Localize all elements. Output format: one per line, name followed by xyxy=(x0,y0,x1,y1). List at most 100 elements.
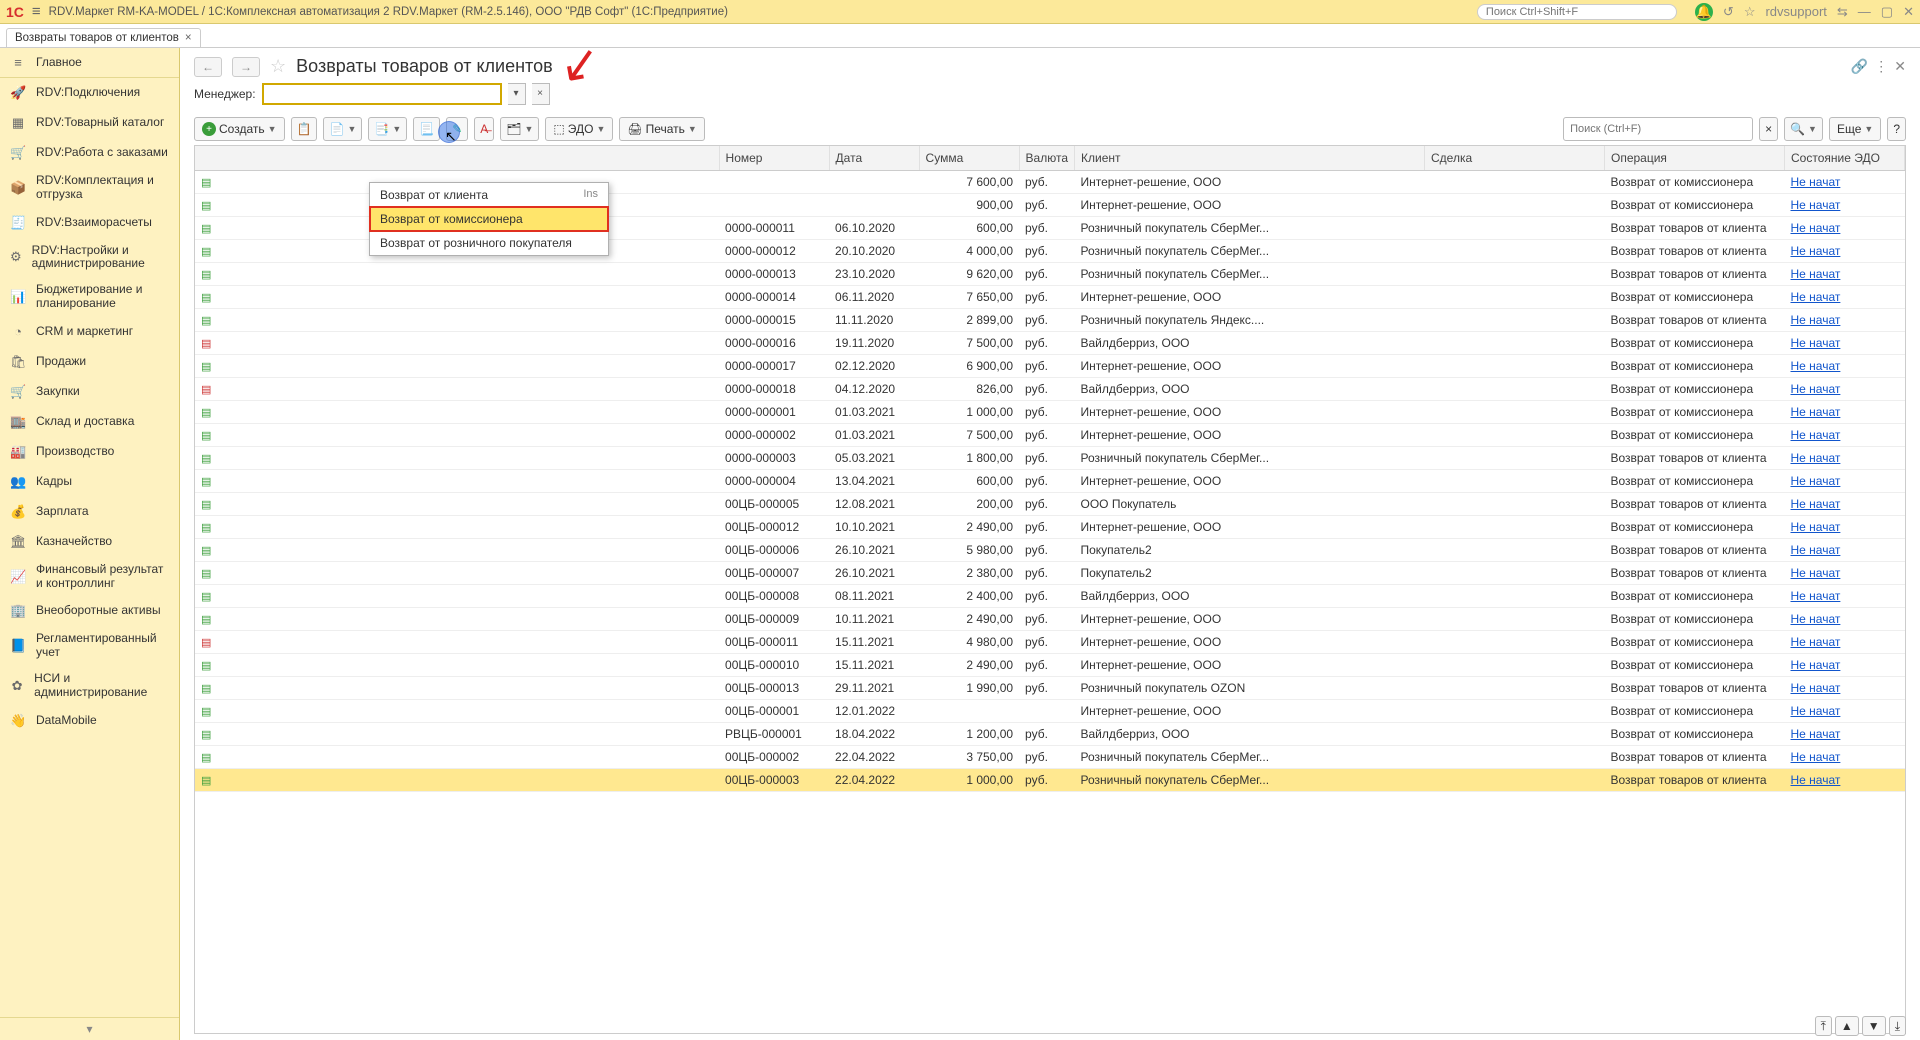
column-header[interactable]: Сумма xyxy=(919,146,1019,171)
nav-back-button[interactable]: ← xyxy=(194,57,222,77)
nav-down-button[interactable]: ▼ xyxy=(1862,1016,1886,1036)
table-row[interactable]: ▤0000-00001511.11.20202 899,00руб.Рознич… xyxy=(195,309,1905,332)
edo-link[interactable]: Не начат xyxy=(1791,566,1841,580)
tab-returns[interactable]: Возвраты товаров от клиентов × xyxy=(6,28,201,47)
column-header[interactable] xyxy=(195,146,719,171)
tab-close-icon[interactable]: × xyxy=(185,32,192,44)
page-menu-icon[interactable]: ⋮ xyxy=(1874,58,1888,75)
edo-link[interactable]: Не начат xyxy=(1791,451,1841,465)
table-row[interactable]: ▤00ЦБ-00000726.10.20212 380,00руб.Покупа… xyxy=(195,562,1905,585)
table-row[interactable]: ▤00ЦБ-00001329.11.20211 990,00руб.Рознич… xyxy=(195,677,1905,700)
table-row[interactable]: ▤00ЦБ-00000626.10.20215 980,00руб.Покупа… xyxy=(195,539,1905,562)
manager-clear-button[interactable]: × xyxy=(532,83,550,105)
set-status-button[interactable]: 📑▼ xyxy=(368,117,407,141)
sidebar-item-5[interactable]: 🧾RDV:Взаиморасчеты xyxy=(0,208,179,238)
sidebar-item-20[interactable]: 👋DataMobile xyxy=(0,706,179,736)
column-header[interactable]: Операция xyxy=(1605,146,1785,171)
clear-highlight-button[interactable]: А̶ xyxy=(474,117,494,141)
edo-link[interactable]: Не начат xyxy=(1791,428,1841,442)
table-row[interactable]: ▤00ЦБ-00000910.11.20212 490,00руб.Интерн… xyxy=(195,608,1905,631)
more-button[interactable]: Еще▼ xyxy=(1829,117,1881,141)
edo-link[interactable]: Не начат xyxy=(1791,221,1841,235)
sidebar-item-10[interactable]: 🛒Закупки xyxy=(0,377,179,407)
edo-link[interactable]: Не начат xyxy=(1791,382,1841,396)
table-row[interactable]: ▤0000-00001406.11.20207 650,00руб.Интерн… xyxy=(195,286,1905,309)
sidebar-item-0[interactable]: ≡Главное xyxy=(0,48,179,78)
table-row[interactable]: ▤0000-00000305.03.20211 800,00руб.Рознич… xyxy=(195,447,1905,470)
edo-link[interactable]: Не начат xyxy=(1791,704,1841,718)
table-row[interactable]: ▤РВЦБ-00000118.04.20221 200,00руб.Вайлдб… xyxy=(195,723,1905,746)
edo-link[interactable]: Не начат xyxy=(1791,474,1841,488)
sidebar-item-19[interactable]: ✿НСИ и администрирование xyxy=(0,666,179,706)
table-row[interactable]: ▤00ЦБ-00000808.11.20212 400,00руб.Вайлдб… xyxy=(195,585,1905,608)
help-button[interactable]: ? xyxy=(1887,117,1906,141)
edo-button[interactable]: ⬚ ЭДО▼ xyxy=(545,117,613,141)
table-wrapper[interactable]: НомерДатаСуммаВалютаКлиентСделкаОперация… xyxy=(194,145,1906,1034)
edo-link[interactable]: Не начат xyxy=(1791,313,1841,327)
column-header[interactable]: Валюта xyxy=(1019,146,1074,171)
page-favorite-icon[interactable]: ☆ xyxy=(270,56,286,77)
edo-link[interactable]: Не начат xyxy=(1791,658,1841,672)
dropdown-item[interactable]: Возврат от комиссионера xyxy=(369,206,609,232)
table-row[interactable]: ▤00ЦБ-00001210.10.20212 490,00руб.Интерн… xyxy=(195,516,1905,539)
favorite-icon[interactable]: ☆ xyxy=(1744,4,1756,20)
table-row[interactable]: ▤00ЦБ-00000112.01.2022Интернет-решение, … xyxy=(195,700,1905,723)
table-row[interactable]: ▤0000-00001619.11.20207 500,00руб.Вайлдб… xyxy=(195,332,1905,355)
menu-icon[interactable]: ≡ xyxy=(32,3,41,20)
search-clear-button[interactable]: × xyxy=(1759,117,1778,141)
history-icon[interactable]: ↺ xyxy=(1723,4,1734,20)
sidebar-item-9[interactable]: 🛍Продажи xyxy=(0,347,179,377)
dropdown-item[interactable]: Возврат от клиентаIns xyxy=(370,183,608,207)
edo-link[interactable]: Не начат xyxy=(1791,520,1841,534)
table-row[interactable]: ▤00ЦБ-00000322.04.20221 000,00руб.Рознич… xyxy=(195,769,1905,792)
dropdown-item[interactable]: Возврат от розничного покупателя xyxy=(370,231,608,255)
column-header[interactable]: Дата xyxy=(829,146,919,171)
search-button[interactable]: 🔍▼ xyxy=(1784,117,1823,141)
edo-link[interactable]: Не начат xyxy=(1791,290,1841,304)
print-button[interactable]: 🖨 Печать▼ xyxy=(619,117,704,141)
group-button[interactable]: 🗂▼ xyxy=(500,117,539,141)
manager-input[interactable] xyxy=(262,83,502,105)
sidebar-item-1[interactable]: 🚀RDV:Подключения xyxy=(0,78,179,108)
sidebar-item-6[interactable]: ⚙RDV:Настройки и администрирование xyxy=(0,238,179,278)
restore-icon[interactable]: ▢ xyxy=(1881,4,1893,20)
table-row[interactable]: ▤00ЦБ-00000512.08.2021200,00руб.ООО Поку… xyxy=(195,493,1905,516)
table-row[interactable]: ▤00ЦБ-00001115.11.20214 980,00руб.Интерн… xyxy=(195,631,1905,654)
edo-link[interactable]: Не начат xyxy=(1791,359,1841,373)
nav-forward-button[interactable]: → xyxy=(232,57,260,77)
minimize-icon[interactable]: — xyxy=(1858,4,1871,19)
edo-link[interactable]: Не начат xyxy=(1791,589,1841,603)
sidebar-item-14[interactable]: 💰Зарплата xyxy=(0,497,179,527)
edo-link[interactable]: Не начат xyxy=(1791,635,1841,649)
sidebar-item-4[interactable]: 📦RDV:Комплектация и отгрузка xyxy=(0,168,179,208)
nav-bottom-button[interactable]: ⤓ xyxy=(1889,1016,1906,1036)
edo-link[interactable]: Не начат xyxy=(1791,727,1841,741)
column-header[interactable]: Состояние ЭДО xyxy=(1785,146,1905,171)
report-button[interactable]: 📃 xyxy=(413,117,440,141)
edo-link[interactable]: Не начат xyxy=(1791,244,1841,258)
global-search-input[interactable] xyxy=(1477,4,1677,20)
edo-link[interactable]: Не начат xyxy=(1791,336,1841,350)
nav-top-button[interactable]: ⤒ xyxy=(1815,1016,1832,1036)
edo-link[interactable]: Не начат xyxy=(1791,750,1841,764)
sidebar-item-13[interactable]: 👥Кадры xyxy=(0,467,179,497)
settings-icon[interactable]: ⇆ xyxy=(1837,4,1848,20)
manager-dropdown-button[interactable]: ▾ xyxy=(508,83,526,105)
sidebar-item-2[interactable]: ▦RDV:Товарный каталог xyxy=(0,108,179,138)
sidebar-item-7[interactable]: 📊Бюджетирование и планирование xyxy=(0,277,179,317)
column-header[interactable]: Клиент xyxy=(1075,146,1425,171)
table-row[interactable]: ▤0000-00000201.03.20217 500,00руб.Интерн… xyxy=(195,424,1905,447)
user-label[interactable]: rdvsupport xyxy=(1765,4,1826,19)
based-on-button[interactable]: 📄▼ xyxy=(323,117,362,141)
sidebar-item-16[interactable]: 📈Финансовый результат и контроллинг xyxy=(0,557,179,597)
table-row[interactable]: ▤0000-00000413.04.2021600,00руб.Интернет… xyxy=(195,470,1905,493)
edo-link[interactable]: Не начат xyxy=(1791,198,1841,212)
sidebar-item-15[interactable]: 🏛Казначейство xyxy=(0,527,179,557)
notifications-icon[interactable]: 🔔 xyxy=(1695,3,1713,21)
edo-link[interactable]: Не начат xyxy=(1791,681,1841,695)
sidebar-item-17[interactable]: 🏢Внеоборотные активы xyxy=(0,596,179,626)
sidebar-item-18[interactable]: 📘Регламентированный учет xyxy=(0,626,179,666)
nav-up-button[interactable]: ▲ xyxy=(1835,1016,1859,1036)
edo-link[interactable]: Не начат xyxy=(1791,267,1841,281)
table-row[interactable]: ▤0000-00001804.12.2020826,00руб.Вайлдбер… xyxy=(195,378,1905,401)
